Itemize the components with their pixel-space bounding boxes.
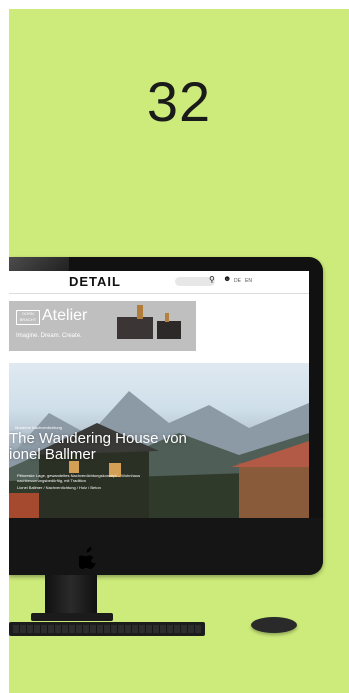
- product-image: [157, 321, 181, 339]
- mouse: [251, 617, 297, 633]
- product-image: [137, 305, 143, 319]
- apple-logo-icon: [79, 547, 97, 569]
- article-description: Pittoreske Lage, gewandeltes Nachverdich…: [17, 473, 141, 483]
- article-title[interactable]: The Wandering House von ionel Ballmer: [9, 431, 187, 463]
- keyboard-keys: [13, 625, 201, 633]
- article-title-line: The Wandering House von: [9, 430, 187, 447]
- site-logo[interactable]: DETAIL: [69, 274, 121, 289]
- monitor-screen: DETAIL ⚲ ☻ DE EN DORN BRACHT Atelier Ima…: [9, 271, 309, 518]
- user-icon[interactable]: ☻: [223, 274, 231, 283]
- language-en[interactable]: EN: [245, 278, 252, 284]
- hero-article[interactable]: Moderne Nachverdichtung The Wandering Ho…: [9, 363, 309, 518]
- banner-title: Atelier: [42, 307, 88, 324]
- monitor: DETAIL ⚲ ☻ DE EN DORN BRACHT Atelier Ima…: [9, 257, 323, 575]
- presentation-slide: 32 DETAIL ⚲ ☻ DE EN DORN BRACHT Atelier …: [9, 9, 349, 693]
- product-image: [165, 313, 169, 322]
- monitor-chin: [9, 518, 323, 575]
- page-number: 32: [146, 70, 212, 133]
- article-tags[interactable]: Lionel Ballmer / Nachverdichtung / Holz …: [17, 485, 101, 490]
- product-image: [117, 317, 153, 339]
- advert-banner[interactable]: DORN BRACHT Atelier Imagine. Dream. Crea…: [9, 301, 196, 351]
- brand-badge: DORN BRACHT: [16, 310, 40, 325]
- site-header: DETAIL ⚲ ☻ DE EN: [9, 271, 309, 294]
- banner-tagline: Imagine. Dream. Create.: [16, 333, 82, 339]
- search-icon[interactable]: ⚲: [209, 275, 215, 284]
- language-de[interactable]: DE: [234, 278, 241, 284]
- article-title-line: ionel Ballmer: [9, 446, 96, 463]
- monitor-stand-base: [31, 613, 113, 621]
- keyboard: [9, 622, 205, 636]
